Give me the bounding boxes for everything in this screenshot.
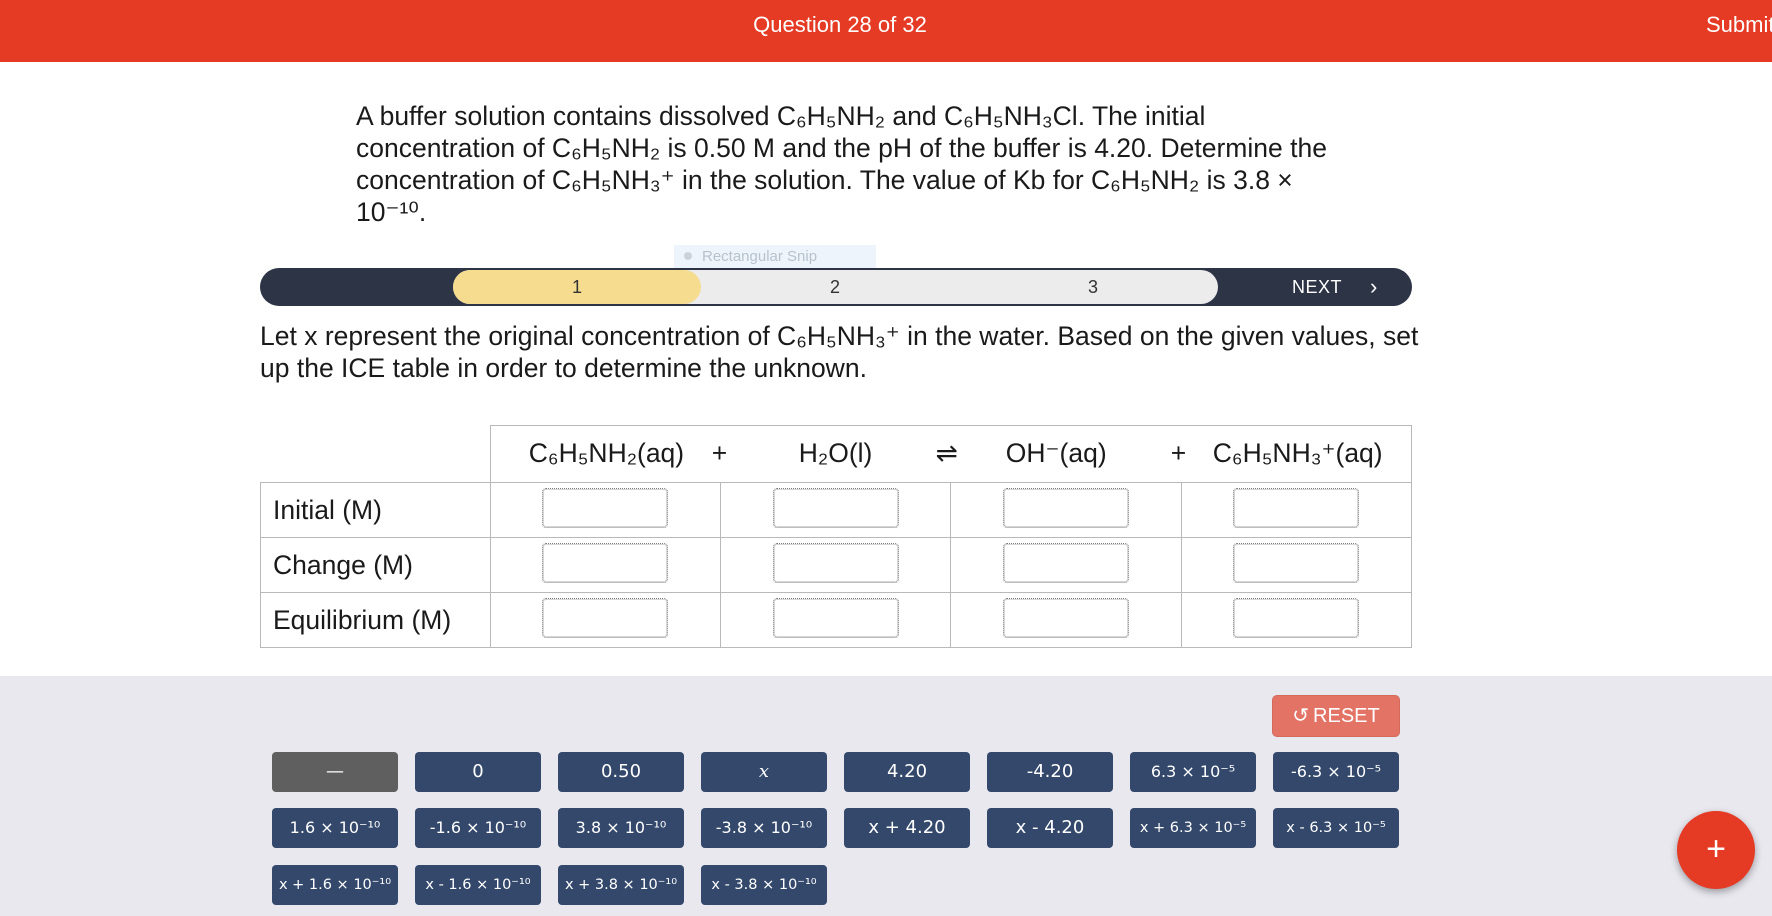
row-label-equilibrium: Equilibrium (M)	[260, 592, 491, 648]
cell-change-1	[489, 537, 722, 593]
submit-button[interactable]: Submit	[1706, 12, 1772, 38]
drop-target[interactable]	[1003, 488, 1130, 528]
reaction-header: C₆H₅NH₂(aq) + H₂O(l) ⇌ OH⁻(aq) + C₆H₅NH₃…	[489, 425, 1413, 483]
cell-equilibrium-2	[720, 592, 952, 648]
table-row-equilibrium: Equilibrium (M)	[260, 592, 1413, 648]
operator-plus-1: +	[711, 438, 728, 468]
tile-x-minus-6-3e-5[interactable]: x - 6.3 × 10⁻⁵	[1273, 808, 1399, 848]
species-1: C₆H₅NH₂(aq)	[528, 438, 685, 468]
cell-equilibrium-4	[1180, 592, 1413, 648]
tile-x-plus-6-3e-5[interactable]: x + 6.3 × 10⁻⁵	[1130, 808, 1256, 848]
cell-change-3	[950, 537, 1182, 593]
drop-target[interactable]	[1233, 488, 1360, 528]
species-3: OH⁻(aq)	[1005, 438, 1107, 468]
drop-target[interactable]	[542, 598, 669, 638]
step-3-label[interactable]: 3	[1078, 270, 1108, 304]
cell-equilibrium-1	[489, 592, 722, 648]
top-bar: Question 28 of 32 Submit	[0, 0, 1772, 62]
snip-label: Rectangular Snip	[702, 248, 818, 265]
tile-x-plus-4-20[interactable]: x + 4.20	[844, 808, 970, 848]
cell-initial-4	[1180, 482, 1413, 538]
cell-initial-2	[720, 482, 952, 538]
tile-3-8e-10[interactable]: 3.8 × 10⁻¹⁰	[558, 808, 684, 848]
tile-zero[interactable]: 0	[415, 752, 541, 792]
species-4: C₆H₅NH₃⁺(aq)	[1212, 438, 1383, 468]
cell-initial-3	[950, 482, 1182, 538]
cell-initial-1	[489, 482, 722, 538]
equilibrium-arrow-icon: ⇌	[935, 438, 959, 468]
tile-4-20[interactable]: 4.20	[844, 752, 970, 792]
tile-blank[interactable]: —	[272, 752, 398, 792]
row-label-initial: Initial (M)	[260, 482, 491, 538]
drop-target[interactable]	[542, 543, 669, 583]
add-fab-button[interactable]: +	[1677, 811, 1755, 889]
table-row-change: Change (M)	[260, 537, 1413, 593]
species-2: H₂O(l)	[798, 438, 873, 468]
drop-target[interactable]	[772, 543, 899, 583]
table-corner	[260, 425, 491, 483]
answer-tray	[0, 676, 1772, 916]
tile-x-minus-4-20[interactable]: x - 4.20	[987, 808, 1113, 848]
drop-target[interactable]	[1003, 543, 1130, 583]
tile-x-minus-1-6e-10[interactable]: x - 1.6 × 10⁻¹⁰	[415, 865, 541, 905]
ice-table: C₆H₅NH₂(aq) + H₂O(l) ⇌ OH⁻(aq) + C₆H₅NH₃…	[260, 425, 1413, 648]
drop-target[interactable]	[1003, 598, 1130, 638]
tile-6-3e-5[interactable]: 6.3 × 10⁻⁵	[1130, 752, 1256, 792]
reset-icon: ↺	[1292, 705, 1310, 727]
tile-1-6e-10[interactable]: 1.6 × 10⁻¹⁰	[272, 808, 398, 848]
tile-x-minus-3-8e-10[interactable]: x - 3.8 × 10⁻¹⁰	[701, 865, 827, 905]
reset-label: RESET	[1313, 705, 1380, 727]
tile-neg-3-8e-10[interactable]: -3.8 × 10⁻¹⁰	[701, 808, 827, 848]
drop-target[interactable]	[772, 598, 899, 638]
cell-change-4	[1180, 537, 1413, 593]
cell-equilibrium-3	[950, 592, 1182, 648]
tile-x-plus-3-8e-10[interactable]: x + 3.8 × 10⁻¹⁰	[558, 865, 684, 905]
cell-change-2	[720, 537, 952, 593]
tile-x[interactable]: x	[701, 752, 827, 792]
step-prompt: Let x represent the original concentrati…	[260, 321, 1419, 383]
step-navigation: 1 2 3 NEXT ›	[260, 268, 1412, 306]
tile-neg-4-20[interactable]: -4.20	[987, 752, 1113, 792]
table-row-initial: Initial (M)	[260, 482, 1413, 538]
drop-target[interactable]	[1233, 543, 1360, 583]
step-2-label[interactable]: 2	[820, 270, 850, 304]
rectangular-snip-overlay: Rectangular Snip	[674, 245, 876, 269]
reset-button[interactable]: ↺ RESET	[1273, 696, 1399, 736]
chevron-right-icon[interactable]: ›	[1370, 270, 1377, 304]
next-button[interactable]: NEXT	[1292, 270, 1342, 304]
drop-target[interactable]	[542, 488, 669, 528]
tile-neg-6-3e-5[interactable]: -6.3 × 10⁻⁵	[1273, 752, 1399, 792]
question-counter: Question 28 of 32	[753, 12, 927, 37]
row-label-change: Change (M)	[260, 537, 491, 593]
step-1-label[interactable]: 1	[562, 270, 592, 304]
tile-neg-1-6e-10[interactable]: -1.6 × 10⁻¹⁰	[415, 808, 541, 848]
drop-target[interactable]	[1233, 598, 1360, 638]
operator-plus-2: +	[1170, 438, 1187, 468]
drop-target[interactable]	[772, 488, 899, 528]
question-text: A buffer solution contains dissolved C₆H…	[356, 101, 1327, 227]
snip-dot-icon	[684, 252, 692, 260]
tile-0-50[interactable]: 0.50	[558, 752, 684, 792]
tile-x-plus-1-6e-10[interactable]: x + 1.6 × 10⁻¹⁰	[272, 865, 398, 905]
